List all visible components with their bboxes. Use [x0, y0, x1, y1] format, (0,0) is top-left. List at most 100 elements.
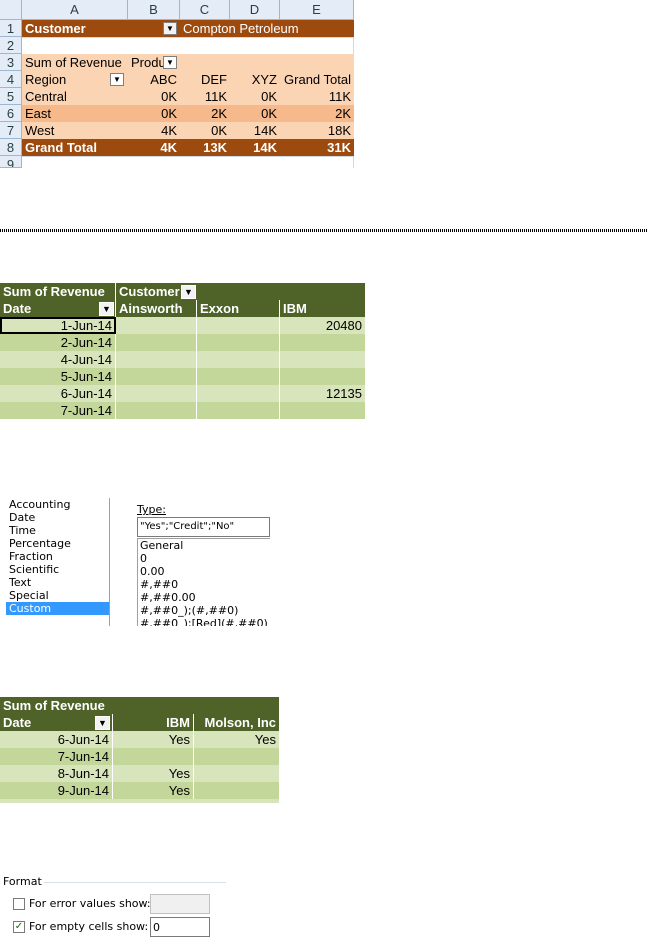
table-cell — [197, 402, 280, 419]
date-cell: 5-Jun-14 — [0, 368, 116, 385]
table-cell: 0K — [128, 105, 180, 122]
table-cell: 12135 — [280, 385, 365, 402]
date-cell: 8-Jun-14 — [0, 765, 113, 782]
error-values-input[interactable] — [150, 894, 210, 914]
table-cell — [194, 748, 279, 765]
table-cell: 18K — [280, 122, 354, 139]
error-values-label: For error values show: — [29, 897, 151, 910]
date-cell: 2-Jun-14 — [0, 334, 116, 351]
grand-total-cell: 13K — [180, 139, 230, 156]
category-item[interactable]: Percentage — [6, 537, 109, 550]
table-cell: 2K — [180, 105, 230, 122]
format-item[interactable]: 0 — [140, 552, 270, 565]
table-row-label: Central — [22, 88, 128, 105]
table-cell — [116, 368, 197, 385]
category-item[interactable]: Fraction — [6, 550, 109, 563]
pivot-table-yes-no: Sum of Revenue Date ▼ IBM Molson, Inc 6-… — [0, 697, 279, 803]
date-filter-icon[interactable]: ▼ — [95, 716, 110, 730]
table-cell: 11K — [180, 88, 230, 105]
date-cell: 4-Jun-14 — [0, 351, 116, 368]
table-cell — [197, 385, 280, 402]
category-list[interactable]: Accounting Date Time Percentage Fraction… — [6, 498, 110, 626]
row-header[interactable]: 8 — [0, 139, 22, 156]
table-cell — [116, 385, 197, 402]
table-cell: 0K — [230, 105, 280, 122]
type-input[interactable]: "Yes";"Credit";"No" — [137, 517, 270, 537]
filter-dropdown-icon[interactable]: ▼ — [163, 22, 177, 35]
category-item[interactable]: Scientific — [6, 563, 109, 576]
row-header[interactable]: 7 — [0, 122, 22, 139]
format-item[interactable]: 0.00 — [140, 565, 270, 578]
col-header-b[interactable]: B — [128, 0, 180, 20]
empty-cells-checkbox[interactable]: ✓ — [13, 921, 25, 933]
date-cell: 9-Jun-14 — [0, 782, 113, 799]
format-list[interactable]: General 0 0.00 #,##0 #,##0.00 #,##0_);(#… — [137, 538, 270, 626]
date-cell: 6-Jun-14 — [0, 385, 116, 402]
empty-cells-input[interactable]: 0 — [150, 917, 210, 937]
data-field-label: Sum of Revenue — [0, 283, 116, 300]
date-filter-icon[interactable]: ▼ — [99, 302, 114, 316]
grand-total-label: Grand Total — [22, 139, 128, 156]
table-cell — [280, 334, 365, 351]
table-cell — [280, 368, 365, 385]
grand-total-cell: 4K — [128, 139, 180, 156]
table-row-label: East — [22, 105, 128, 122]
format-item[interactable]: #,##0.00 — [140, 591, 270, 604]
column-header-cell: Grand Total — [280, 71, 354, 88]
category-item[interactable]: Text — [6, 576, 109, 589]
table-cell: 11K — [280, 88, 354, 105]
pivot-table-customers: Sum of Revenue Customer ▼ Date ▼ Ainswor… — [0, 283, 365, 419]
col-header-e[interactable]: E — [280, 0, 354, 20]
data-field-label: Sum of Revenue — [0, 697, 279, 714]
category-item[interactable]: Accounting — [6, 498, 109, 511]
col-header-c[interactable]: C — [180, 0, 230, 20]
table-cell — [197, 351, 280, 368]
table-cell: Yes — [194, 731, 279, 748]
col-header-d[interactable]: D — [230, 0, 280, 20]
column-header-cell: XYZ — [230, 71, 280, 88]
row-field-dropdown-icon[interactable]: ▼ — [110, 73, 124, 86]
format-item[interactable]: #,##0 — [140, 578, 270, 591]
customer-filter-icon[interactable]: ▼ — [181, 285, 196, 299]
column-field-dropdown-icon[interactable]: ▼ — [163, 56, 177, 69]
column-field-label: Customer — [116, 283, 365, 300]
select-all-corner[interactable] — [0, 0, 22, 20]
category-item[interactable]: Special — [6, 589, 109, 602]
table-cell — [197, 334, 280, 351]
table-cell: 0K — [180, 122, 230, 139]
table-cell — [194, 765, 279, 782]
column-header-cell: DEF — [180, 71, 230, 88]
format-item[interactable]: General — [140, 539, 270, 552]
type-label: Type: — [137, 503, 166, 516]
row-header[interactable]: 3 — [0, 54, 22, 71]
category-item[interactable]: Time — [6, 524, 109, 537]
category-item-selected[interactable]: Custom — [6, 602, 109, 615]
row-header[interactable]: 2 — [0, 37, 22, 54]
data-field-label: Sum of Revenue — [22, 54, 128, 71]
column-header-cell: Molson, Inc — [194, 714, 279, 731]
error-values-checkbox[interactable] — [13, 898, 25, 910]
excel-sheet: A B C D E 1 2 3 4 5 6 7 8 9 Customer ▼ C… — [0, 0, 366, 168]
row-header[interactable]: 1 — [0, 20, 22, 37]
table-row-label: West — [22, 122, 128, 139]
table-cell — [197, 368, 280, 385]
category-item[interactable]: Date — [6, 511, 109, 524]
table-cell: Yes — [113, 782, 194, 799]
col-header-a[interactable]: A — [22, 0, 128, 20]
report-filter-value[interactable]: Compton Petroleum — [180, 20, 354, 37]
column-header-cell: Exxon — [197, 300, 280, 317]
row-header[interactable]: 4 — [0, 71, 22, 88]
format-item[interactable]: #,##0_);(#,##0) — [140, 604, 270, 617]
date-cell: 7-Jun-14 — [0, 402, 116, 419]
format-item[interactable]: #,##0_);[Red](#,##0) — [140, 617, 270, 626]
row-header[interactable]: 9 — [0, 156, 22, 168]
table-cell: 14K — [230, 122, 280, 139]
grand-total-cell: 14K — [230, 139, 280, 156]
date-cell[interactable]: 1-Jun-14 — [0, 317, 116, 334]
row-header[interactable]: 6 — [0, 105, 22, 122]
column-header-cell: Ainsworth — [116, 300, 197, 317]
table-cell — [116, 334, 197, 351]
section-divider — [0, 229, 648, 232]
row-header[interactable]: 5 — [0, 88, 22, 105]
table-cell — [116, 351, 197, 368]
